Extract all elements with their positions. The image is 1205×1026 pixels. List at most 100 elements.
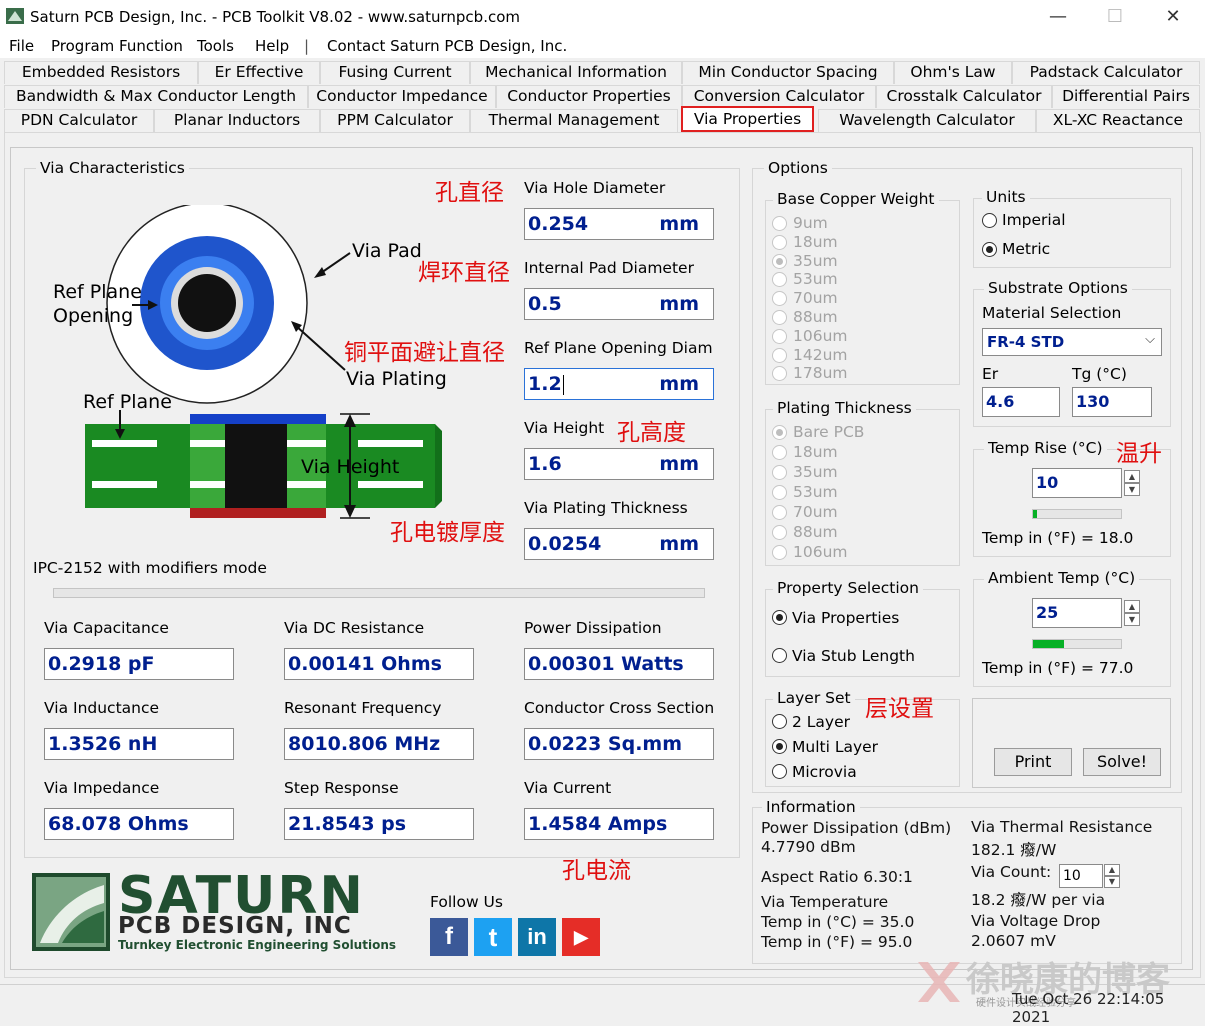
tab-conversion-calculator[interactable]: Conversion Calculator — [682, 85, 876, 108]
menu-bar: File Program Function Tools Help | Conta… — [0, 34, 1205, 58]
youtube-icon[interactable]: ▶ — [562, 918, 600, 956]
temp-rise-input[interactable]: 10 — [1032, 468, 1122, 498]
result-label-step-response: Step Response — [284, 779, 399, 797]
substrate-label: Substrate Options — [984, 279, 1132, 297]
result-label-resonant-frequency: Resonant Frequency — [284, 699, 442, 717]
via-count-down[interactable]: ▼ — [1104, 876, 1120, 888]
ambient-up[interactable]: ▲ — [1124, 600, 1140, 613]
plating-thickness-input[interactable]: 0.0254 mm — [524, 528, 714, 560]
text-cursor — [562, 374, 564, 395]
plating-thickness-label: Via Plating Thickness — [524, 499, 688, 517]
base-copper-radio-9um[interactable] — [772, 216, 787, 231]
twitter-icon[interactable]: t — [474, 918, 512, 956]
ambient-down[interactable]: ▼ — [1124, 613, 1140, 626]
power-dbm-value: 4.7790 dBm — [761, 838, 856, 856]
base-copper-label-35um: 35um — [793, 251, 838, 270]
print-button[interactable]: Print — [994, 748, 1072, 776]
result-label-cross-section: Conductor Cross Section — [524, 699, 715, 717]
chevron-down-icon: ⌵ — [1145, 332, 1155, 347]
temp-rise-fahrenheit: Temp in (°F) = 18.0 — [982, 529, 1134, 547]
tab-thermal-management[interactable]: Thermal Management — [470, 109, 678, 132]
tab-xl-xc-reactance[interactable]: XL-XC Reactance — [1036, 109, 1200, 132]
facebook-icon[interactable]: f — [430, 918, 468, 956]
tab-padstack-calculator[interactable]: Padstack Calculator — [1012, 61, 1200, 84]
radio-multi-layer[interactable] — [772, 739, 787, 754]
tab-bandwidth[interactable]: Bandwidth & Max Conductor Length — [4, 85, 308, 108]
radio-via-stub-length[interactable] — [772, 648, 787, 663]
plating-radio-106um[interactable] — [772, 545, 787, 560]
tab-planar-inductors[interactable]: Planar Inductors — [154, 109, 320, 132]
plane-opening-input[interactable]: 1.2 mm — [524, 368, 714, 400]
radio-metric[interactable] — [982, 242, 997, 257]
close-button[interactable]: ✕ — [1151, 4, 1195, 30]
er-input[interactable]: 4.6 — [982, 387, 1060, 417]
pad-diameter-input[interactable]: 0.5 mm — [524, 288, 714, 320]
menu-help[interactable]: Help — [255, 37, 289, 55]
maximize-button[interactable]: ☐ — [1093, 4, 1137, 30]
tab-embedded-resistors[interactable]: Embedded Resistors — [4, 61, 198, 84]
menu-program-function[interactable]: Program Function — [51, 37, 183, 55]
annotation-pad-diameter: 焊环直径 — [418, 260, 510, 286]
solve-button[interactable]: Solve! — [1083, 748, 1161, 776]
ambient-fahrenheit: Temp in (°F) = 77.0 — [982, 659, 1134, 677]
via-count-input[interactable]: 10 — [1059, 864, 1103, 888]
material-select-value: FR-4 STD — [987, 333, 1065, 351]
base-copper-radio-35um[interactable] — [772, 253, 787, 269]
menu-file[interactable]: File — [9, 37, 34, 55]
diagram-via-pad-label: Via Pad — [352, 240, 422, 262]
hole-diameter-label: Via Hole Diameter — [524, 179, 666, 197]
plating-radio-bare-pcb[interactable] — [772, 425, 787, 440]
base-copper-radio-18um[interactable] — [772, 234, 787, 250]
plating-radio-70um[interactable] — [772, 505, 787, 520]
minimize-button[interactable]: — — [1036, 4, 1080, 30]
tab-er-effective[interactable]: Er Effective — [198, 61, 320, 84]
tab-differential-pairs[interactable]: Differential Pairs — [1052, 85, 1200, 108]
tab-ohms-law[interactable]: Ohm's Law — [894, 61, 1012, 84]
result-via-current: 1.4584 Amps — [524, 808, 714, 840]
result-label-via-current: Via Current — [524, 779, 612, 797]
via-hole-circle — [178, 274, 236, 332]
radio-microvia[interactable] — [772, 764, 787, 779]
via-properties-label: Via Properties — [792, 609, 900, 627]
radio-2-layer[interactable] — [772, 714, 787, 729]
tab-fusing-current[interactable]: Fusing Current — [320, 61, 470, 84]
plating-radio-53um[interactable] — [772, 485, 787, 500]
tab-pdn-calculator[interactable]: PDN Calculator — [4, 109, 154, 132]
menu-tools[interactable]: Tools — [197, 37, 234, 55]
base-copper-radio-106um[interactable] — [772, 328, 787, 344]
material-select[interactable]: FR-4 STD ⌵ — [982, 328, 1162, 356]
temp-rise-up[interactable]: ▲ — [1124, 470, 1140, 483]
tg-input[interactable]: 130 — [1072, 387, 1152, 417]
plating-label-bare-pcb: Bare PCB — [793, 423, 865, 441]
tab-conductor-impedance[interactable]: Conductor Impedance — [308, 85, 496, 108]
via-stub-length-label: Via Stub Length — [792, 647, 915, 665]
tab-conductor-properties[interactable]: Conductor Properties — [496, 85, 682, 108]
plane-opening-label: Ref Plane Opening Diam — [524, 339, 713, 357]
tab-via-properties[interactable]: Via Properties — [681, 106, 814, 132]
via-height-input[interactable]: 1.6 mm — [524, 448, 714, 480]
base-copper-label-70um: 70um — [793, 289, 838, 308]
temp-rise-progress — [1032, 509, 1122, 519]
plating-radio-35um[interactable] — [772, 465, 787, 480]
via-count-up[interactable]: ▲ — [1104, 864, 1120, 876]
tab-wavelength-calculator[interactable]: Wavelength Calculator — [818, 109, 1036, 132]
hole-diameter-input[interactable]: 0.254 mm — [524, 208, 714, 240]
menu-contact[interactable]: Contact Saturn PCB Design, Inc. — [327, 37, 567, 55]
radio-via-properties[interactable] — [772, 610, 787, 625]
plating-radio-18um[interactable] — [772, 445, 787, 460]
tab-ppm-calculator[interactable]: PPM Calculator — [320, 109, 470, 132]
base-copper-radio-88um[interactable] — [772, 310, 787, 325]
base-copper-radio-142um[interactable] — [772, 347, 787, 363]
radio-imperial[interactable] — [982, 213, 997, 228]
ambient-input[interactable]: 25 — [1032, 598, 1122, 628]
plating-radio-88um[interactable] — [772, 525, 787, 540]
plating-label-35um: 35um — [793, 463, 838, 481]
tab-mechanical-information[interactable]: Mechanical Information — [470, 61, 682, 84]
result-dc-resistance: 0.00141 Ohms — [284, 648, 474, 680]
tab-min-conductor-spacing[interactable]: Min Conductor Spacing — [682, 61, 894, 84]
tab-crosstalk-calculator[interactable]: Crosstalk Calculator — [876, 85, 1052, 108]
units-label: Units — [982, 188, 1030, 206]
property-label: Property Selection — [773, 579, 923, 597]
linkedin-icon[interactable]: in — [518, 918, 556, 956]
temp-rise-down[interactable]: ▼ — [1124, 483, 1140, 496]
